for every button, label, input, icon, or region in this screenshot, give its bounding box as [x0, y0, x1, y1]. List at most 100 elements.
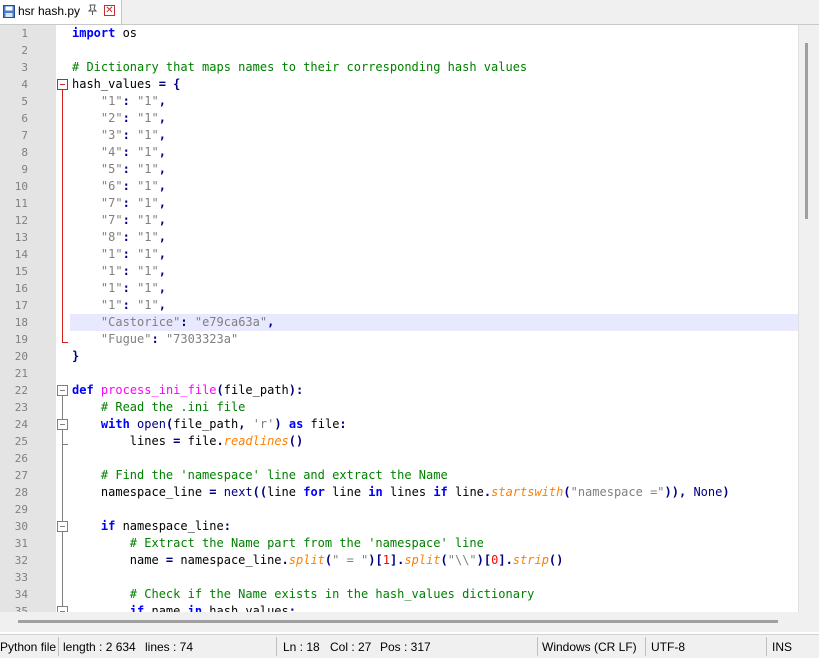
code-line[interactable]: 32 name = namespace_line.split(" = ")[1]… — [0, 552, 798, 569]
code-line[interactable]: 26 — [0, 450, 798, 467]
code-line[interactable]: 7 "3": "1", — [0, 127, 798, 144]
vertical-scrollbar[interactable] — [798, 25, 819, 612]
line-number: 18 — [14, 316, 28, 329]
vertical-scroll-thumb[interactable] — [805, 43, 808, 219]
scrollbar-corner — [798, 612, 819, 632]
pin-icon[interactable] — [87, 4, 98, 19]
line-number: 25 — [14, 435, 28, 448]
line-number: 35 — [14, 605, 28, 612]
code-line[interactable]: 19 "Fugue": "7303323a" — [0, 331, 798, 348]
horizontal-scroll-thumb[interactable] — [18, 620, 778, 623]
code-line[interactable]: 22 def process_ini_file(file_path): — [0, 382, 798, 399]
fold-guide — [62, 90, 63, 342]
line-number: 12 — [14, 214, 28, 227]
code-line[interactable]: 16 "1": "1", — [0, 280, 798, 297]
code-text: namespace_line = next((line for line in … — [72, 485, 730, 499]
code-text: lines = file.readlines() — [72, 434, 304, 448]
code-text: import os — [72, 26, 138, 40]
line-number: 15 — [14, 265, 28, 278]
code-line[interactable]: 4 hash_values = { — [0, 76, 798, 93]
code-line[interactable]: 1 import os — [0, 25, 798, 42]
code-editor[interactable]: 1 import os 2 3 # Dictionary that maps names… — [0, 25, 798, 612]
code-line[interactable]: 8 "4": "1", — [0, 144, 798, 161]
code-line[interactable]: 30 if namespace_line: — [0, 518, 798, 535]
code-line[interactable]: 31 # Extract the Name part from the 'nam… — [0, 535, 798, 552]
code-line[interactable]: 5 "1": "1", — [0, 93, 798, 110]
code-line[interactable]: 21 — [0, 365, 798, 382]
code-text: "2": "1", — [100, 111, 166, 125]
code-line[interactable]: 24 with open(file_path, 'r') as file: — [0, 416, 798, 433]
status-length: length : 2 634 — [63, 640, 136, 654]
status-insert-mode[interactable]: INS — [772, 640, 792, 654]
code-line[interactable]: 20} — [0, 348, 798, 365]
fold-toggle-icon[interactable] — [57, 419, 68, 430]
status-divider — [58, 637, 59, 656]
code-line[interactable]: 9 "5": "1", — [0, 161, 798, 178]
close-icon[interactable]: ✕ — [104, 5, 115, 16]
code-text: "1": "1", — [100, 298, 166, 312]
current-line[interactable]: 18 "Castorice": "e79ca63a", — [0, 314, 798, 331]
code-line[interactable]: 29 — [0, 501, 798, 518]
code-text: if namespace_line: — [100, 519, 231, 533]
line-number: 4 — [21, 78, 28, 91]
code-line[interactable]: 12 "7": "1", — [0, 212, 798, 229]
code-text: "3": "1", — [100, 128, 166, 142]
code-line[interactable]: 28 namespace_line = next((line for line … — [0, 484, 798, 501]
status-divider — [645, 637, 646, 656]
status-pos: Pos : 317 — [380, 640, 431, 654]
line-number: 28 — [14, 486, 28, 499]
status-encoding[interactable]: UTF-8 — [651, 640, 685, 654]
code-text: def process_ini_file(file_path): — [72, 383, 304, 397]
code-text: # Extract the Name part from the 'namesp… — [129, 536, 484, 550]
code-line[interactable]: 3 # Dictionary that maps names to their c… — [0, 59, 798, 76]
line-number: 3 — [21, 61, 28, 74]
code-line[interactable]: 13 "8": "1", — [0, 229, 798, 246]
code-text: with open(file_path, 'r') as file: — [100, 417, 347, 431]
fold-end-marker — [62, 444, 68, 445]
line-number: 34 — [14, 588, 28, 601]
code-line[interactable]: 10 "6": "1", — [0, 178, 798, 195]
line-number: 6 — [21, 112, 28, 125]
code-text: # Dictionary that maps names to their co… — [72, 60, 528, 74]
code-line[interactable]: 15 "1": "1", — [0, 263, 798, 280]
line-number: 32 — [14, 554, 28, 567]
tab-title: hsr hash.py — [18, 4, 81, 18]
code-line[interactable]: 35 if name in hash_values: — [0, 603, 798, 612]
code-line[interactable]: 34 # Check if the Name exists in the has… — [0, 586, 798, 603]
code-line[interactable]: 25 lines = file.readlines() — [0, 433, 798, 450]
status-divider — [276, 637, 277, 656]
line-number: 2 — [21, 44, 28, 57]
tab-hsr-hash-py[interactable]: hsr hash.py ✕ — [0, 0, 122, 24]
line-number: 26 — [14, 452, 28, 465]
line-number: 10 — [14, 180, 28, 193]
code-text: # Read the .ini file — [100, 400, 246, 414]
code-line[interactable]: 14 "1": "1", — [0, 246, 798, 263]
fold-toggle-icon[interactable] — [57, 79, 68, 90]
fold-toggle-icon[interactable] — [57, 521, 68, 532]
code-line[interactable]: 17 "1": "1", — [0, 297, 798, 314]
line-number: 30 — [14, 520, 28, 533]
line-number: 20 — [14, 350, 28, 363]
line-number: 1 — [21, 27, 28, 40]
line-number: 24 — [14, 418, 28, 431]
code-text: "1": "1", — [100, 281, 166, 295]
code-line[interactable]: 23 # Read the .ini file — [0, 399, 798, 416]
code-line[interactable]: 11 "7": "1", — [0, 195, 798, 212]
status-lines: lines : 74 — [145, 640, 194, 654]
fold-toggle-icon[interactable] — [57, 385, 68, 396]
code-line[interactable]: 6 "2": "1", — [0, 110, 798, 127]
line-number: 23 — [14, 401, 28, 414]
code-text: } — [72, 349, 80, 363]
line-number: 33 — [14, 571, 28, 584]
line-number: 19 — [14, 333, 28, 346]
fold-end-marker — [62, 342, 68, 343]
code-text: "7": "1", — [100, 213, 166, 227]
code-text: "1": "1", — [100, 94, 166, 108]
code-text: name = namespace_line.split(" = ")[1].sp… — [72, 553, 564, 567]
line-number: 22 — [14, 384, 28, 397]
line-number: 11 — [14, 197, 28, 210]
status-eol[interactable]: Windows (CR LF) — [542, 640, 637, 654]
code-line[interactable]: 33 — [0, 569, 798, 586]
code-line[interactable]: 2 — [0, 42, 798, 59]
code-line[interactable]: 27 # Find the 'namespace' line and extra… — [0, 467, 798, 484]
